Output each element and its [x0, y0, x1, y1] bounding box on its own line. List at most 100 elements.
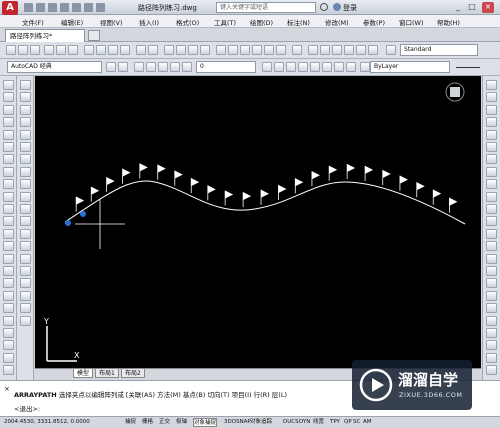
layer-previous-icon[interactable]: [274, 62, 284, 72]
table-style-icon[interactable]: [332, 45, 342, 55]
draw-tool-icon[interactable]: [3, 129, 14, 140]
help-icon[interactable]: [292, 45, 302, 55]
dim-tool-icon[interactable]: [486, 92, 497, 103]
draw-tool-icon[interactable]: [3, 328, 14, 338]
dim-tool-icon[interactable]: [486, 204, 497, 214]
modify-tool-icon[interactable]: [20, 179, 31, 190]
new-icon[interactable]: [24, 3, 33, 12]
scale-icon[interactable]: [368, 45, 378, 55]
modify-tool-icon[interactable]: [20, 278, 31, 289]
dim-tool-icon[interactable]: [486, 216, 497, 227]
draw-tool-icon[interactable]: [3, 80, 14, 90]
app-logo[interactable]: A: [2, 1, 18, 15]
linetype-preview[interactable]: [456, 67, 480, 68]
draw-tool-icon[interactable]: [3, 315, 14, 326]
array-path[interactable]: [64, 180, 466, 225]
user-icon[interactable]: [333, 3, 341, 11]
zoom-previous-icon[interactable]: [200, 45, 210, 55]
save-icon[interactable]: [30, 45, 40, 55]
zoom-window-icon[interactable]: [188, 45, 198, 55]
bulb-icon[interactable]: [146, 62, 156, 72]
multileader-style-icon[interactable]: [344, 45, 354, 55]
viewcube[interactable]: [445, 82, 465, 102]
search-icon[interactable]: [320, 3, 328, 11]
dim-tool-icon[interactable]: [486, 117, 497, 128]
layer-freeze-icon[interactable]: [334, 62, 344, 72]
menu-draw[interactable]: 绘图(D): [250, 17, 273, 27]
color-icon[interactable]: [360, 62, 370, 72]
modify-tool-icon[interactable]: [20, 266, 31, 276]
modify-tool-icon[interactable]: [20, 92, 31, 103]
paste-icon[interactable]: [108, 45, 118, 55]
draw-tool-icon[interactable]: [3, 216, 14, 227]
draw-tool-icon[interactable]: [3, 352, 14, 363]
modify-tool-icon[interactable]: [20, 315, 31, 326]
dim-tool-icon[interactable]: [486, 303, 497, 314]
draw-tool-icon[interactable]: [3, 278, 14, 289]
draw-tool-icon[interactable]: [3, 266, 14, 276]
undo-icon[interactable]: [84, 3, 93, 12]
menu-help[interactable]: 帮助(H): [437, 17, 460, 27]
drawing-canvas[interactable]: Y X: [35, 76, 481, 368]
dim-style-icon[interactable]: [320, 45, 330, 55]
preview-icon[interactable]: [56, 45, 66, 55]
layer-match-icon[interactable]: [298, 62, 308, 72]
dim-tool-icon[interactable]: [486, 228, 497, 239]
modify-tool-icon[interactable]: [20, 204, 31, 214]
text-style-a-icon[interactable]: [386, 45, 396, 55]
menu-insert[interactable]: 插入(I): [139, 17, 159, 27]
tab-layout1[interactable]: 布局1: [95, 369, 119, 378]
customize-icon[interactable]: [118, 62, 128, 72]
login-link[interactable]: 登录: [343, 3, 357, 13]
modify-tool-icon[interactable]: [20, 117, 31, 128]
dim-tool-icon[interactable]: [486, 365, 497, 376]
dim-tool-icon[interactable]: [486, 315, 497, 326]
workspace-combo[interactable]: AutoCAD 经典: [7, 61, 102, 73]
draw-tool-icon[interactable]: [3, 204, 14, 214]
menu-view[interactable]: 视图(V): [100, 17, 123, 27]
properties-icon[interactable]: [216, 45, 226, 55]
redo-icon[interactable]: [96, 3, 105, 12]
lineweight-toggle[interactable]: 线宽: [313, 418, 324, 427]
dim-tool-icon[interactable]: [486, 352, 497, 363]
snap-toggle[interactable]: 捕捉: [125, 418, 136, 427]
search-input[interactable]: 键入关键字或短语: [216, 2, 316, 13]
layer-icon[interactable]: [356, 45, 366, 55]
grid-toggle[interactable]: 栅格: [142, 418, 153, 427]
copy-icon[interactable]: [96, 45, 106, 55]
color-combo[interactable]: ByLayer: [370, 61, 450, 73]
design-center-icon[interactable]: [228, 45, 238, 55]
dim-tool-icon[interactable]: [486, 154, 497, 165]
cut-icon[interactable]: [84, 45, 94, 55]
modify-tool-icon[interactable]: [20, 104, 31, 115]
sheet-set-icon[interactable]: [252, 45, 262, 55]
ortho-toggle[interactable]: 正交: [159, 418, 170, 427]
make-current-icon[interactable]: [262, 62, 272, 72]
redo-icon[interactable]: [148, 45, 158, 55]
menu-dimension[interactable]: 标注(N): [287, 17, 310, 27]
menu-modify[interactable]: 修改(M): [325, 17, 349, 27]
new-icon[interactable]: [6, 45, 16, 55]
draw-tool-icon[interactable]: [3, 104, 14, 115]
tab-layout2[interactable]: 布局2: [121, 369, 145, 378]
dim-tool-icon[interactable]: [486, 278, 497, 289]
modify-tool-icon[interactable]: [20, 303, 31, 314]
grip-point-start[interactable]: [65, 220, 71, 226]
layer-isolate-icon[interactable]: [310, 62, 320, 72]
modify-tool-icon[interactable]: [20, 228, 31, 239]
dim-tool-icon[interactable]: [486, 253, 497, 264]
qp-toggle[interactable]: QP: [344, 418, 352, 427]
dim-tool-icon[interactable]: [486, 290, 497, 301]
dim-tool-icon[interactable]: [486, 191, 497, 202]
modify-tool-icon[interactable]: [20, 253, 31, 264]
draw-tool-icon[interactable]: [3, 166, 14, 177]
print-icon[interactable]: [44, 45, 54, 55]
dim-tool-icon[interactable]: [486, 142, 497, 152]
layer-states-icon[interactable]: [286, 62, 296, 72]
sun-icon[interactable]: [158, 62, 168, 72]
draw-tool-icon[interactable]: [3, 117, 14, 128]
match-properties-icon[interactable]: [120, 45, 130, 55]
draw-tool-icon[interactable]: [3, 92, 14, 103]
otrack-toggle[interactable]: 对象追踪: [250, 418, 272, 427]
lock-icon[interactable]: [170, 62, 180, 72]
